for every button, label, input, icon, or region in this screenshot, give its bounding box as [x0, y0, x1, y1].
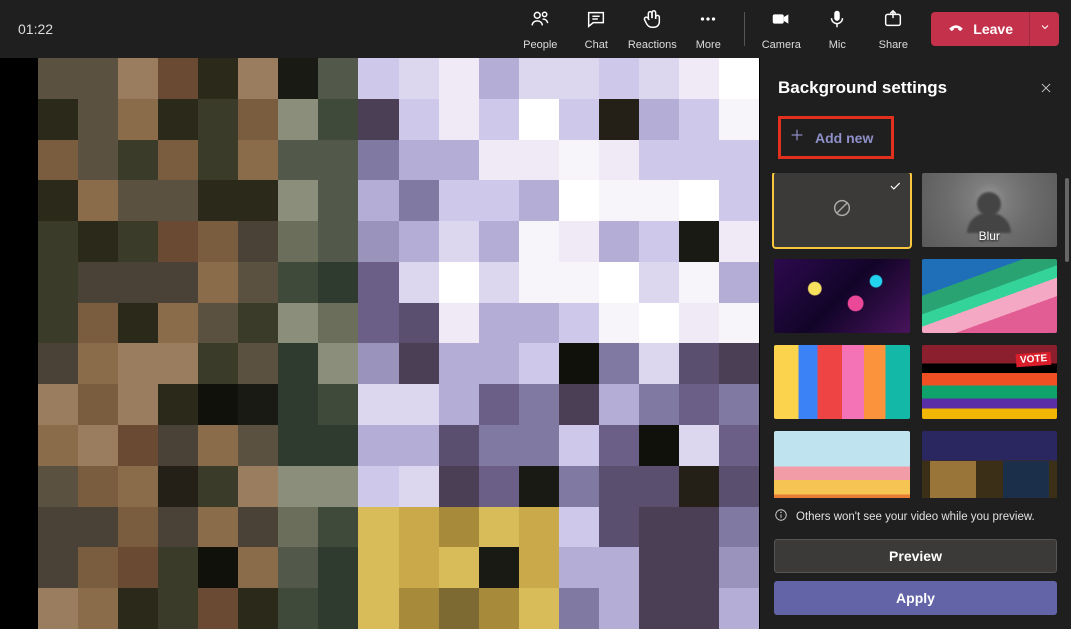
panel-header: Background settings: [760, 68, 1071, 116]
people-button[interactable]: People: [512, 2, 568, 56]
add-new-highlight: Add new: [778, 116, 1053, 159]
share-label: Share: [879, 39, 908, 51]
camera-icon: [770, 8, 792, 35]
scrollbar-thumb[interactable]: [1065, 178, 1069, 262]
plus-icon: [789, 127, 805, 148]
leave-group: Leave: [931, 12, 1059, 46]
app-root: 01:22 People Chat Reactions More: [0, 0, 1071, 629]
background-grid: Blur: [760, 173, 1071, 498]
content-area: Background settings Add new: [0, 58, 1071, 629]
preview-button[interactable]: Preview: [774, 539, 1057, 573]
apply-button[interactable]: Apply: [774, 581, 1057, 615]
chevron-down-icon: [1039, 20, 1051, 38]
share-icon: [882, 8, 904, 35]
none-icon: [831, 197, 853, 224]
background-settings-panel: Background settings Add new: [759, 58, 1071, 629]
bg-option-5[interactable]: [774, 345, 910, 419]
meeting-toolbar: 01:22 People Chat Reactions More: [0, 0, 1071, 58]
bg-option-4[interactable]: [922, 259, 1058, 333]
separator: [744, 12, 745, 46]
preview-info: Others won't see your video while you pr…: [760, 498, 1071, 535]
panel-title: Background settings: [778, 78, 947, 98]
add-new-button[interactable]: Add new: [778, 116, 894, 159]
call-timer: 01:22: [12, 21, 53, 37]
hangup-icon: [947, 19, 973, 40]
info-text: Others won't see your video while you pr…: [796, 511, 1035, 523]
mic-button[interactable]: Mic: [809, 2, 865, 56]
info-icon: [774, 508, 796, 525]
blur-label: Blur: [979, 229, 1000, 243]
more-icon: [697, 8, 719, 35]
people-label: People: [523, 39, 557, 51]
add-new-label: Add new: [815, 130, 873, 146]
reactions-button[interactable]: Reactions: [624, 2, 680, 56]
bg-option-7[interactable]: [774, 431, 910, 498]
more-label: More: [696, 39, 721, 51]
bg-option-8[interactable]: [922, 431, 1058, 498]
leave-dropdown[interactable]: [1029, 12, 1059, 46]
share-button[interactable]: Share: [865, 2, 921, 56]
mic-icon: [826, 8, 848, 35]
chat-button[interactable]: Chat: [568, 2, 624, 56]
chat-icon: [585, 8, 607, 35]
close-panel-button[interactable]: [1039, 81, 1053, 95]
reactions-icon: [641, 8, 663, 35]
leave-label: Leave: [973, 21, 1013, 37]
camera-button[interactable]: Camera: [753, 2, 809, 56]
chat-label: Chat: [585, 39, 608, 51]
reactions-label: Reactions: [628, 39, 677, 51]
bg-option-6[interactable]: [922, 345, 1058, 419]
video-stage: [0, 58, 759, 629]
leave-button[interactable]: Leave: [931, 12, 1029, 46]
bg-option-3[interactable]: [774, 259, 910, 333]
mic-label: Mic: [829, 39, 846, 51]
more-button[interactable]: More: [680, 2, 736, 56]
bg-option-blur[interactable]: Blur: [922, 173, 1058, 247]
bg-option-none[interactable]: [774, 173, 910, 247]
camera-label: Camera: [762, 39, 801, 51]
pixelated-video: [38, 58, 759, 629]
people-icon: [529, 8, 551, 35]
